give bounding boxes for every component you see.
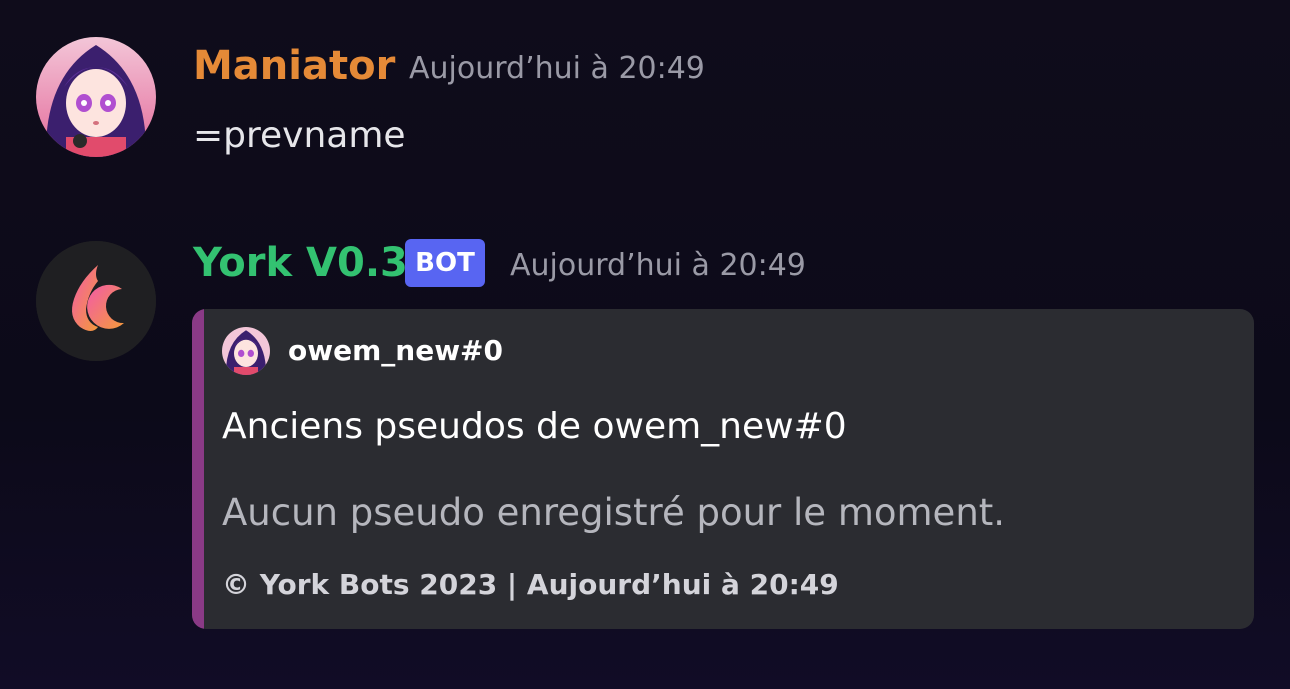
anime-avatar-icon	[222, 327, 270, 375]
bot-badge: BOT	[405, 239, 485, 287]
bot-username-label[interactable]: York V0.3	[193, 239, 408, 287]
embed-footer: © York Bots 2023 | Aujourd’hui à 20:49	[222, 568, 839, 601]
message-timestamp: Aujourd’hui à 20:49	[510, 248, 806, 283]
bot-avatar[interactable]	[36, 241, 156, 361]
flame-moon-logo-icon	[36, 241, 156, 361]
embed-card: owem_new#0 Anciens pseudos de owem_new#0…	[192, 309, 1254, 629]
embed-description: Aucun pseudo enregistré pour le moment.	[222, 491, 1006, 534]
message-bot: York V0.3 BOT Aujourd’hui à 20:49 owem_n…	[0, 0, 1290, 689]
embed-author-avatar	[222, 327, 270, 375]
embed-author-name[interactable]: owem_new#0	[288, 331, 503, 371]
embed-title: Anciens pseudos de owem_new#0	[222, 406, 847, 447]
embed-color-bar	[192, 309, 204, 629]
